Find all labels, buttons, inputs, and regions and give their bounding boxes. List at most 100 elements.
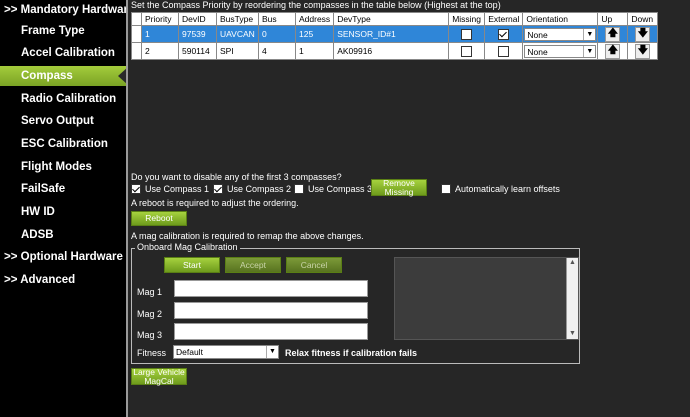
- col-devtype[interactable]: DevType: [333, 12, 450, 26]
- cell-missing: [448, 25, 486, 43]
- chevron-down-icon: ▼: [583, 28, 595, 40]
- col-down[interactable]: Down: [627, 12, 659, 26]
- orientation-dropdown[interactable]: None ▼: [524, 44, 597, 58]
- cell-bustype[interactable]: SPI: [216, 42, 259, 60]
- cell-address[interactable]: 1: [294, 42, 335, 60]
- cell-up: 🡅: [597, 42, 629, 60]
- use-compass-2-label: Use Compass 2: [227, 184, 292, 194]
- auto-learn-offsets[interactable]: Automatically learn offsets: [441, 184, 560, 194]
- orientation-value: None: [527, 46, 548, 57]
- compass-priority-table: Priority DevID BusType Bus Address DevTy…: [131, 12, 659, 60]
- cell-bus[interactable]: 4: [258, 42, 296, 60]
- group-advanced[interactable]: >> Advanced: [0, 270, 132, 290]
- col-up[interactable]: Up: [597, 12, 629, 26]
- row-header[interactable]: [131, 42, 142, 60]
- group-optional-hardware[interactable]: >> Optional Hardware: [0, 247, 132, 267]
- disable-question: Do you want to disable any of the first …: [131, 172, 342, 182]
- orientation-value: None: [527, 29, 548, 40]
- external-checkbox[interactable]: [498, 28, 510, 40]
- mag1-progress: [174, 280, 368, 297]
- move-up-button[interactable]: 🡅: [605, 43, 621, 59]
- use-compass-3-label: Use Compass 3: [308, 184, 373, 194]
- cell-missing: [448, 42, 486, 60]
- col-orientation[interactable]: Orientation: [522, 12, 599, 26]
- log-scrollbar[interactable]: ▲ ▼: [566, 258, 578, 339]
- cell-devid[interactable]: 97539: [178, 25, 217, 43]
- cell-bus[interactable]: 0: [258, 25, 296, 43]
- fitness-value: Default: [176, 347, 203, 357]
- use-compass-1-label: Use Compass 1: [145, 184, 210, 194]
- accept-button[interactable]: Accept: [225, 257, 281, 273]
- chevron-down-icon: ▼: [266, 346, 278, 358]
- cell-address[interactable]: 125: [294, 25, 335, 43]
- cell-priority[interactable]: 1: [141, 25, 179, 43]
- cell-devid[interactable]: 590114: [178, 42, 217, 60]
- arrow-up-icon: 🡅: [607, 27, 619, 39]
- priority-instructions: Set the Compass Priority by reordering t…: [131, 0, 501, 10]
- cell-priority[interactable]: 2: [141, 42, 179, 60]
- sidebar: >> Mandatory Hardware Frame Type Accel C…: [0, 0, 149, 417]
- mag-cal-note: A mag calibration is required to remap t…: [131, 231, 364, 241]
- arrow-up-icon: 🡅: [607, 44, 619, 56]
- calibration-log[interactable]: ▲ ▼: [394, 257, 579, 340]
- use-compass-2[interactable]: Use Compass 2: [213, 184, 291, 194]
- mag2-label: Mag 2: [137, 309, 163, 319]
- table-row[interactable]: 2 590114 SPI 4 1 AK09916 None ▼ 🡅 🡇: [131, 42, 659, 60]
- cancel-button[interactable]: Cancel: [286, 257, 342, 273]
- cell-orientation: None ▼: [522, 42, 599, 60]
- fitness-label: Fitness: [137, 348, 167, 358]
- cell-down: 🡇: [627, 42, 659, 60]
- scroll-down-icon[interactable]: ▼: [567, 329, 578, 339]
- use-compass-3[interactable]: Use Compass 3: [294, 184, 372, 194]
- external-checkbox[interactable]: [498, 45, 510, 57]
- cell-up: 🡅: [597, 25, 629, 43]
- row-header[interactable]: [131, 25, 142, 43]
- use-compass-1[interactable]: Use Compass 1: [131, 184, 209, 194]
- move-up-button[interactable]: 🡅: [605, 26, 621, 42]
- fitness-dropdown[interactable]: Default ▼: [173, 345, 279, 359]
- relax-fitness-label: Relax fitness if calibration fails: [285, 348, 418, 358]
- cell-bustype[interactable]: UAVCAN: [216, 25, 259, 43]
- move-down-button[interactable]: 🡇: [635, 43, 651, 59]
- col-missing[interactable]: Missing: [448, 12, 486, 26]
- use-compass-1-checkbox[interactable]: [131, 184, 141, 194]
- arrow-down-icon: 🡇: [637, 27, 649, 39]
- cell-down: 🡇: [627, 25, 659, 43]
- col-address[interactable]: Address: [294, 12, 335, 26]
- mag3-label: Mag 3: [137, 330, 163, 340]
- col-priority[interactable]: Priority: [141, 12, 179, 26]
- col-bustype[interactable]: BusType: [216, 12, 259, 26]
- mag1-label: Mag 1: [137, 287, 163, 297]
- table-row[interactable]: 1 97539 UAVCAN 0 125 SENSOR_ID#1 None ▼ 🡅…: [131, 25, 659, 43]
- missing-checkbox[interactable]: [461, 45, 473, 57]
- group-mandatory-hardware[interactable]: >> Mandatory Hardware: [0, 0, 134, 20]
- cell-external: [484, 42, 524, 60]
- use-compass-2-checkbox[interactable]: [213, 184, 223, 194]
- auto-learn-label: Automatically learn offsets: [455, 184, 560, 194]
- col-bus[interactable]: Bus: [258, 12, 296, 26]
- compass-panel: Set the Compass Priority by reordering t…: [128, 0, 690, 417]
- auto-learn-checkbox[interactable]: [441, 184, 451, 194]
- scroll-up-icon[interactable]: ▲: [567, 258, 578, 268]
- chevron-down-icon: ▼: [583, 45, 595, 57]
- use-compass-3-checkbox[interactable]: [294, 184, 304, 194]
- large-vehicle-magcal-button[interactable]: Large Vehicle MagCal: [131, 367, 187, 385]
- missing-checkbox[interactable]: [461, 28, 473, 40]
- cell-orientation: None ▼: [522, 25, 599, 43]
- remove-missing-button[interactable]: Remove Missing: [371, 178, 427, 196]
- mag2-progress: [174, 302, 368, 319]
- row-header-corner: [131, 12, 142, 26]
- col-external[interactable]: External: [484, 12, 524, 26]
- reboot-note: A reboot is required to adjust the order…: [131, 198, 299, 208]
- arrow-down-icon: 🡇: [637, 44, 649, 56]
- cell-devtype[interactable]: AK09916: [333, 42, 450, 60]
- cell-devtype[interactable]: SENSOR_ID#1: [333, 25, 450, 43]
- move-down-button[interactable]: 🡇: [635, 26, 651, 42]
- mag3-progress: [174, 323, 368, 340]
- onboard-mag-calibration-title: Onboard Mag Calibration: [135, 242, 240, 252]
- start-button[interactable]: Start: [164, 257, 220, 273]
- col-devid[interactable]: DevID: [178, 12, 217, 26]
- cell-external: [484, 25, 524, 43]
- orientation-dropdown[interactable]: None ▼: [524, 27, 597, 41]
- reboot-button[interactable]: Reboot: [131, 211, 187, 226]
